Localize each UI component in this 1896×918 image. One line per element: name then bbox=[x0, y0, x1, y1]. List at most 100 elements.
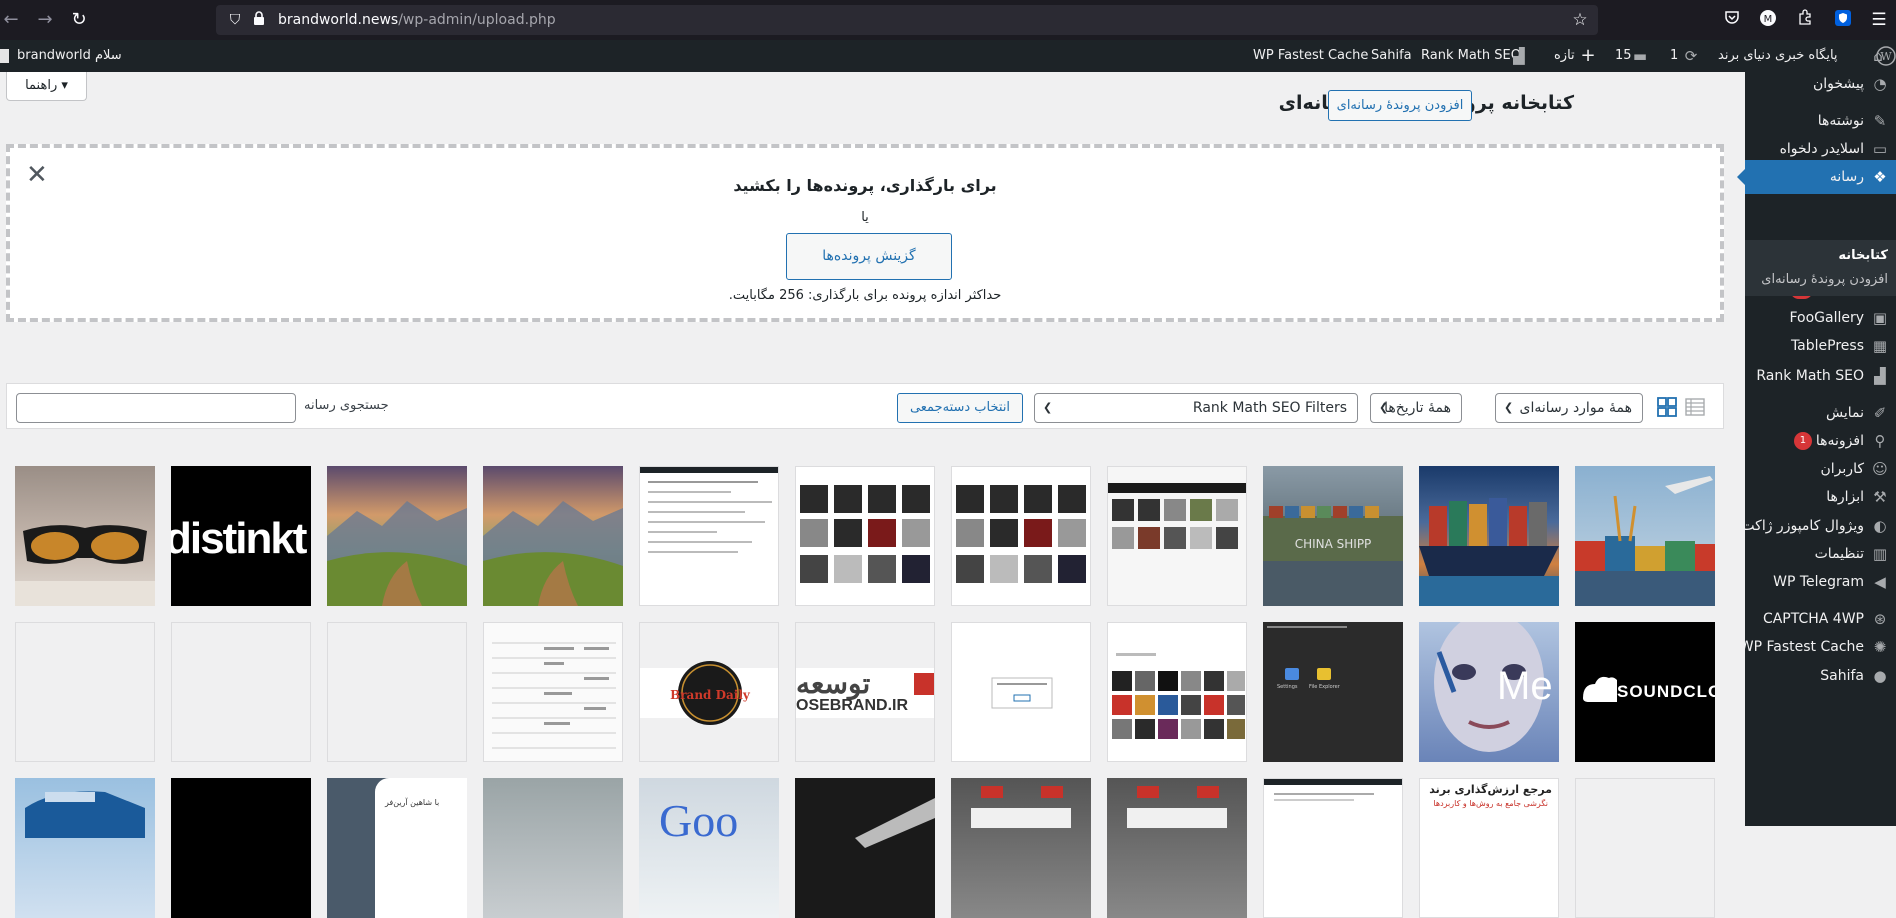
extensions-icon[interactable] bbox=[1794, 9, 1816, 31]
updates-count[interactable]: 1 bbox=[1670, 40, 1678, 72]
media-type-filter-select[interactable]: همهٔ موارد رسانه‌ای ❯ bbox=[1495, 393, 1643, 423]
updates-icon[interactable]: ⟳ bbox=[1681, 46, 1701, 66]
media-thumbnail-store-2[interactable] bbox=[1107, 778, 1247, 918]
rank-math-filter-select[interactable]: Rank Math SEO Filters ❯ bbox=[1034, 393, 1358, 423]
media-thumbnail-blank[interactable] bbox=[15, 622, 155, 762]
media-thumbnail-cargo-ship[interactable]: CHINA SHIPP bbox=[1263, 466, 1403, 606]
wordpress-logo-icon[interactable]: W bbox=[1876, 46, 1896, 66]
media-search-label: جستجوی رسانه bbox=[304, 398, 389, 413]
media-thumbnail-brand-daily[interactable]: Brand Daily bbox=[639, 622, 779, 762]
sidebar-item-8[interactable]: ▟ Rank Math SEO bbox=[1745, 359, 1896, 393]
media-thumbnail-valley-2[interactable] bbox=[483, 466, 623, 606]
telegram-icon: ◀ bbox=[1874, 573, 1886, 591]
media-thumbnail-blank-2[interactable] bbox=[171, 622, 311, 762]
url-path: /wp-admin/upload.php bbox=[398, 12, 556, 28]
brand-reference-title: مرجع ارزش‌گذاری برند bbox=[1429, 783, 1552, 796]
users-icon: ☺ bbox=[1872, 460, 1888, 478]
plus-icon[interactable]: + bbox=[1578, 46, 1598, 66]
wp-admin-bar: سلام brandworld WP Fastest Cache Sahifa … bbox=[0, 40, 1896, 72]
settings-icon: ▥ bbox=[1872, 545, 1888, 563]
media-thumbnail-google[interactable]: Goo bbox=[639, 778, 779, 918]
new-content-label[interactable]: تازه bbox=[1554, 40, 1575, 72]
url-bar[interactable]: ⛉ brandworld.news/wp-admin/upload.php ☆ bbox=[216, 5, 1598, 35]
max-upload-size: حداکثر اندازه پرونده برای بارگذاری: 256 … bbox=[728, 288, 1002, 303]
file-explorer-text: File Explorer bbox=[1309, 684, 1340, 690]
bookmark-star-icon[interactable]: ☆ bbox=[1571, 11, 1589, 29]
rank-math-icon[interactable]: ▟ bbox=[1509, 46, 1529, 66]
shield-icon[interactable]: ⛉ bbox=[226, 11, 244, 29]
back-icon[interactable]: ← bbox=[0, 9, 22, 31]
brand-daily-text: Brand Daily bbox=[670, 688, 751, 702]
media-submenu: کتابخانه افزودن پروندهٔ رسانه‌ای bbox=[1745, 240, 1896, 296]
wp-fastest-cache-link[interactable]: WP Fastest Cache bbox=[1253, 40, 1368, 72]
wrench-icon: ⚒ bbox=[1873, 488, 1887, 506]
sidebar-item-18[interactable]: ● Sahifa bbox=[1745, 659, 1896, 693]
sidebar-item-3[interactable]: ❖ رسانه bbox=[1737, 160, 1896, 194]
add-new-media-button[interactable]: افزودن پروندهٔ رسانه‌ای bbox=[1328, 90, 1472, 121]
media-thumbnail-document-screenshot[interactable] bbox=[639, 466, 779, 606]
media-thumbnail-web-screenshot[interactable] bbox=[1107, 466, 1247, 606]
brand-reference-subtitle: نگرشی جامع به روش‌ها و کاربردها bbox=[1433, 799, 1548, 808]
media-thumbnail-blank-4[interactable] bbox=[1575, 778, 1715, 918]
media-thumbnail-blank-3[interactable] bbox=[327, 622, 467, 762]
sahifa-link[interactable]: Sahifa bbox=[1371, 40, 1412, 72]
account-icon[interactable]: M bbox=[1757, 9, 1779, 31]
media-thumbnail-black[interactable] bbox=[171, 778, 311, 918]
media-thumbnail-grid-screenshot-2[interactable] bbox=[951, 466, 1091, 606]
media-thumbnail-valley[interactable] bbox=[327, 466, 467, 606]
media-thumbnail-sunglasses[interactable] bbox=[15, 466, 155, 606]
media-thumbnail-dialog-screenshot[interactable] bbox=[951, 622, 1091, 762]
captcha-icon: ⊛ bbox=[1873, 610, 1887, 628]
comment-bubble-icon[interactable]: ▬ bbox=[1630, 46, 1650, 66]
browser-toolbar: ← → ↻ ⛉ brandworld.news/wp-admin/upload.… bbox=[0, 0, 1896, 40]
media-thumbnail-container-ship[interactable] bbox=[1419, 466, 1559, 606]
media-thumbnail-soundcloud[interactable]: SOUNDCLOU bbox=[1575, 622, 1715, 762]
media-thumbnail-distinkt[interactable]: distinkt bbox=[171, 466, 311, 606]
media-thumbnail-article-screenshot[interactable] bbox=[1263, 778, 1403, 918]
media-filter-bar: جستجوی رسانه انتخاب دسته‌جمعی Rank Math … bbox=[6, 383, 1724, 429]
date-filter-select[interactable]: همهٔ تاریخ‌ها ❯ bbox=[1370, 393, 1462, 423]
media-thumbnail-dark-car[interactable] bbox=[795, 778, 935, 918]
media-search-input[interactable] bbox=[16, 393, 296, 423]
media-thumbnail-face-me[interactable]: Me bbox=[1419, 622, 1559, 762]
user-avatar[interactable] bbox=[0, 40, 10, 72]
rank-math-link[interactable]: Rank Math SEO bbox=[1421, 40, 1521, 72]
pocket-icon[interactable] bbox=[1721, 9, 1743, 31]
media-thumbnail-store[interactable] bbox=[951, 778, 1091, 918]
main-content: ▾ راهنما کتابخانه پرونده‌های چندرسانه‌ای… bbox=[0, 72, 1745, 918]
media-thumbnail-sky[interactable] bbox=[483, 778, 623, 918]
forward-icon[interactable]: → bbox=[34, 9, 56, 31]
submenu-add-new[interactable]: افزودن پروندهٔ رسانه‌ای bbox=[1761, 272, 1888, 287]
media-thumbnail-file-explorer[interactable]: Settings File Explorer bbox=[1263, 622, 1403, 762]
grid-view-icon[interactable] bbox=[1657, 397, 1677, 417]
select-files-button[interactable]: گزینش پرونده‌ها bbox=[786, 233, 952, 280]
media-thumbnail-car[interactable] bbox=[15, 778, 155, 918]
sidebar-item-7[interactable]: ▦ TablePress bbox=[1745, 329, 1896, 363]
media-thumbnail-brand-reference[interactable]: مرجع ارزش‌گذاری برند نگرشی جامع به روش‌ه… bbox=[1419, 778, 1559, 918]
help-tab[interactable]: ▾ راهنما bbox=[6, 72, 87, 101]
media-thumbnail-table-screenshot[interactable] bbox=[483, 622, 623, 762]
plugin-icon: ⚲ bbox=[1874, 432, 1886, 450]
lock-icon[interactable] bbox=[250, 11, 268, 29]
count-badge: 1 bbox=[1793, 432, 1812, 450]
sidebar-item-15[interactable]: ◀ WP Telegram bbox=[1745, 565, 1896, 599]
upload-dropzone[interactable]: ✕ برای بارگذاری، پرونده‌ها را بکشید یا گ… bbox=[6, 144, 1724, 322]
reload-icon[interactable]: ↻ bbox=[68, 9, 90, 31]
media-thumbnail-phone[interactable]: با شاهین آرین‌فر bbox=[327, 778, 467, 918]
bulk-select-button[interactable]: انتخاب دسته‌جمعی bbox=[897, 393, 1023, 423]
sidebar-item-0[interactable]: ◔ پیشخوان bbox=[1745, 67, 1896, 101]
list-view-icon[interactable] bbox=[1685, 397, 1705, 417]
dashboard-icon: ◔ bbox=[1873, 75, 1887, 93]
media-thumbnail-osebrand[interactable]: ﺗﻮﺳﻌﻪ OSEBRAND.IR bbox=[795, 622, 935, 762]
chevron-down-icon: ❯ bbox=[1043, 401, 1053, 414]
menu-icon[interactable]: ☰ bbox=[1868, 9, 1890, 31]
sidebar-item-label: WP Telegram bbox=[1773, 574, 1864, 590]
media-thumbnail-grid-screenshot[interactable] bbox=[795, 466, 935, 606]
greeting[interactable]: سلام brandworld bbox=[17, 40, 122, 72]
media-thumbnail-brand-logos[interactable] bbox=[1107, 622, 1247, 762]
sidebar-item-label: Rank Math SEO bbox=[1756, 368, 1864, 384]
extension-shield-icon[interactable] bbox=[1832, 9, 1854, 31]
sidebar-item-label: TablePress bbox=[1790, 338, 1864, 354]
submenu-library[interactable]: کتابخانه bbox=[1838, 248, 1888, 263]
media-thumbnail-cargo-plane[interactable] bbox=[1575, 466, 1715, 606]
